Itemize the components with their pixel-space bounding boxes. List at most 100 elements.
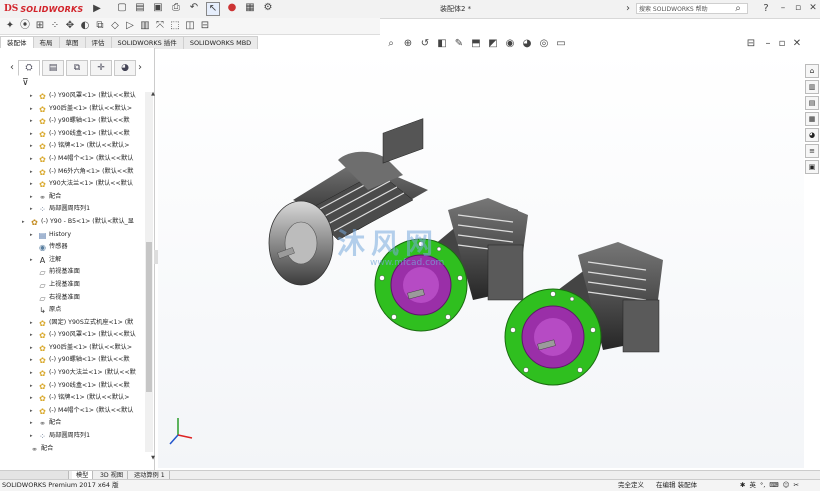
expand-arrow-icon[interactable]: ▸ <box>30 367 33 380</box>
options-icon[interactable]: ▦ <box>244 2 256 14</box>
restore-button[interactable]: ▫ <box>791 2 805 15</box>
expand-arrow-icon[interactable]: ▸ <box>30 342 33 355</box>
tree-item[interactable]: ▸ ✿ (-) Y90风罩<1> (默认<<默认 <box>0 90 148 103</box>
snapshot-icon[interactable]: ◫ <box>184 20 196 32</box>
expand-arrow-icon[interactable]: ▸ <box>30 405 33 418</box>
instant3d-icon[interactable]: ⬚ <box>169 20 181 32</box>
viewport-restore-icon[interactable]: ▫ <box>776 38 788 50</box>
zoom-area-icon[interactable]: ⊕ <box>402 38 414 50</box>
filter-icon[interactable]: ⊽ <box>22 78 29 88</box>
tree-item[interactable]: ▸ ✿ (-) Y90大法兰<1> (默认<<默 <box>0 367 148 380</box>
expand-arrow-icon[interactable]: ▸ <box>30 354 33 367</box>
file-explorer-icon[interactable]: ▤ <box>805 96 819 110</box>
expand-arrow-icon[interactable]: ▸ <box>30 103 33 116</box>
tree-item[interactable]: ▸ ✿ (-) Y90线盒<1> (默认<<默 <box>0 128 148 141</box>
dimxpert-icon[interactable]: ✛ <box>90 60 112 76</box>
menu-expand-icon[interactable]: ▶ <box>91 3 103 15</box>
view-palette-icon[interactable]: ▦ <box>805 112 819 126</box>
help-icon[interactable]: ? <box>760 3 772 15</box>
tree-item[interactable]: ◉ 传感器 <box>0 241 148 254</box>
tree-item[interactable]: ▸ ✿ (-) 铭牌<1> (默认<<默认> <box>0 392 148 405</box>
tree-item[interactable]: ▸ ⚭ 配合 <box>0 417 148 430</box>
tree-item[interactable]: ▸ ▤ History <box>0 229 148 242</box>
search-icon[interactable]: ⌕ <box>732 3 744 15</box>
bom-icon[interactable]: ▥ <box>139 20 151 32</box>
tree-item[interactable]: ▸ ⁘ 局部圆周阵列1 <box>0 203 148 216</box>
tree-scrollbar[interactable] <box>145 92 153 452</box>
open-icon[interactable]: ▤ <box>134 2 146 14</box>
expand-arrow-icon[interactable]: ▸ <box>30 254 33 267</box>
keyboard-icon[interactable]: ⌨ <box>769 480 778 491</box>
panel-collapse-icon[interactable]: ‹ <box>6 62 18 74</box>
tree-item[interactable]: ▱ 右视基准面 <box>0 292 148 305</box>
punctuation-icon[interactable]: °, <box>760 480 765 491</box>
display-manager-icon[interactable]: ◕ <box>114 60 136 76</box>
expand-arrow-icon[interactable]: ▸ <box>30 203 33 216</box>
dropdown-arrow-icon[interactable]: › <box>622 3 634 15</box>
tree-item[interactable]: ▸ ✿ (-) y90螺轴<1> (默认<<默 <box>0 115 148 128</box>
expand-arrow-icon[interactable]: ▸ <box>30 140 33 153</box>
tree-item[interactable]: ▸ ✿ (固定) Y90S立式机座<1> (默 <box>0 317 148 330</box>
home-icon[interactable]: ⌂ <box>805 64 819 78</box>
expand-arrow-icon[interactable]: ▸ <box>30 417 33 430</box>
expand-arrow-icon[interactable]: ▸ <box>30 229 33 242</box>
solidworks-forum-icon[interactable]: ▣ <box>805 160 819 174</box>
large-assembly-icon[interactable]: ⊟ <box>199 20 211 32</box>
expand-arrow-icon[interactable]: ▸ <box>30 191 33 204</box>
tree-item[interactable]: ▸ ✿ (-) M4帽个<1> (默认<<默认 <box>0 405 148 418</box>
move-component-icon[interactable]: ✥ <box>64 20 76 32</box>
appearances-icon[interactable]: ◕ <box>805 128 819 142</box>
save-icon[interactable]: ▣ <box>152 2 164 14</box>
panel-expand-icon[interactable]: › <box>134 62 146 74</box>
tab-mbd[interactable]: SOLIDWORKS MBD <box>182 36 259 49</box>
expand-arrow-icon[interactable]: ▸ <box>30 90 33 103</box>
select-icon[interactable]: ↖ <box>206 2 220 16</box>
undo-icon[interactable]: ↶ <box>188 2 200 14</box>
solidworks-logo[interactable]: DS SOLIDWORKS <box>4 3 83 15</box>
tools-icon[interactable]: ✂ <box>793 480 798 491</box>
minimize-button[interactable]: – <box>776 2 790 15</box>
new-icon[interactable]: ▢ <box>116 2 128 14</box>
edit-appearance-icon[interactable]: ◕ <box>521 38 533 50</box>
tree-item[interactable]: ▱ 前视基准面 <box>0 266 148 279</box>
show-hidden-icon[interactable]: ◐ <box>79 20 91 32</box>
expand-arrow-icon[interactable]: ▸ <box>30 329 33 342</box>
print-icon[interactable]: ⎙ <box>170 2 182 14</box>
dynamic-annotation-icon[interactable]: ✎ <box>453 38 465 50</box>
insert-component-icon[interactable]: ✦ <box>4 20 16 32</box>
tree-item[interactable]: ↳ 原点 <box>0 304 148 317</box>
tree-item[interactable]: ▸ A 注解 <box>0 254 148 267</box>
tree-item[interactable]: ▸ ⁘ 局部圆周阵列1 <box>0 430 148 443</box>
pattern-icon[interactable]: ⁘ <box>49 20 61 32</box>
expand-arrow-icon[interactable]: ▸ <box>30 178 33 191</box>
tree-item[interactable]: ▸ ✿ Y90后盖<1> (默认<<默认> <box>0 342 148 355</box>
tree-item[interactable]: ▸ ✿ Y90后盖<1> (默认<<默认> <box>0 103 148 116</box>
expand-arrow-icon[interactable]: ▸ <box>30 166 33 179</box>
apply-scene-icon[interactable]: ◎ <box>538 38 550 50</box>
tree-item[interactable]: ▸ ⚭ 配合 <box>0 191 148 204</box>
expand-arrow-icon[interactable]: ▸ <box>30 153 33 166</box>
ime-icon[interactable]: 英 <box>749 480 756 491</box>
exploded-view-icon[interactable]: ⤧ <box>154 20 166 32</box>
tree-item[interactable]: ▸ ✿ (-) Y90线盒<1> (默认<<默 <box>0 380 148 393</box>
property-manager-icon[interactable]: ▤ <box>42 60 64 76</box>
close-button[interactable]: ✕ <box>806 2 820 15</box>
viewport-close-icon[interactable]: ✕ <box>791 38 803 50</box>
user-icon[interactable]: ☺ <box>783 480 790 491</box>
scrollbar-thumb[interactable] <box>146 242 152 392</box>
mate-icon[interactable]: ⦿ <box>19 20 31 32</box>
tree-item[interactable]: ▸ ✿ (-) y90螺轴<1> (默认<<默 <box>0 354 148 367</box>
expand-arrow-icon[interactable]: ▸ <box>22 216 25 229</box>
tree-item[interactable]: ▸ ✿ (-) M4帽个<1> (默认<<默认 <box>0 153 148 166</box>
expand-arrow-icon[interactable]: ▸ <box>30 317 33 330</box>
hide-show-icon[interactable]: ◉ <box>504 38 516 50</box>
expand-arrow-icon[interactable]: ▸ <box>30 392 33 405</box>
lightbulb-icon[interactable]: ✱ <box>740 480 745 491</box>
new-motion-study-icon[interactable]: ▷ <box>124 20 136 32</box>
rebuild-icon[interactable]: ● <box>226 2 238 14</box>
viewport-minimize-icon[interactable]: – <box>762 38 774 50</box>
viewport-menu-icon[interactable]: ⊟ <box>745 38 757 50</box>
tree-item[interactable]: ▸ ✿ (-) 铭牌<1> (默认<<默认> <box>0 140 148 153</box>
smart-fastener-icon[interactable]: ⊞ <box>34 20 46 32</box>
configuration-manager-icon[interactable]: ⧉ <box>66 60 88 76</box>
